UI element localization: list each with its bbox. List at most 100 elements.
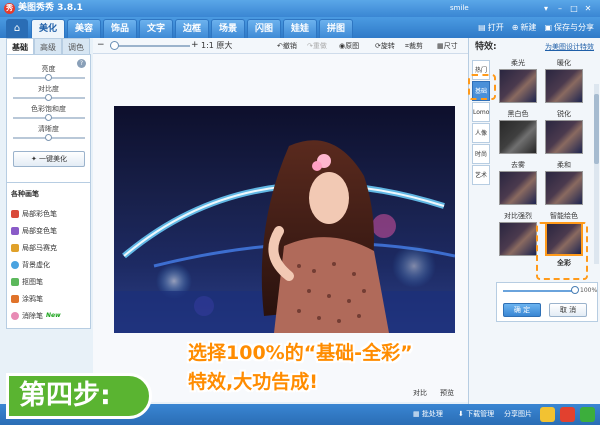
title-bar: 秀 美图秀秀 3.8.1 smile ▾ – □ ✕ — [0, 0, 600, 17]
batch-button[interactable]: ▦ 批处理 — [413, 409, 443, 420]
caption-line-2: 特效,大功告成! — [188, 371, 318, 393]
brush-recolor-pen[interactable]: 局部变色笔 — [11, 225, 57, 236]
open-button[interactable]: ▤ 打开 — [478, 19, 504, 36]
cancel-button[interactable]: 取 消 — [549, 303, 587, 317]
effects-scrollbar[interactable] — [594, 84, 599, 264]
brush-bg-blur[interactable]: 背景虚化 — [11, 259, 50, 270]
mosaic-icon — [11, 243, 19, 252]
star-icon[interactable] — [540, 407, 555, 422]
tab-flash[interactable]: 闪图 — [247, 19, 281, 38]
saturation-knob[interactable] — [45, 114, 52, 121]
effect-dehaze[interactable] — [499, 171, 537, 205]
strength-box: 100% 确 定 取 消 — [496, 282, 598, 322]
brightness-knob[interactable] — [45, 74, 52, 81]
step-badge: 第四步: — [6, 373, 152, 419]
tab-beautify[interactable]: 美化 — [31, 19, 65, 38]
effects-title: 特效: — [475, 42, 497, 52]
highlight-basic-category — [468, 74, 496, 100]
tab-collage[interactable]: 拼图 — [319, 19, 353, 38]
download-icon: ⬇ — [458, 410, 467, 418]
zoom-out-icon[interactable]: − — [97, 40, 105, 51]
original-button[interactable]: ◉原图 — [339, 41, 359, 51]
contrast-knob[interactable] — [45, 94, 52, 101]
photo-canvas[interactable] — [114, 106, 455, 333]
category-portrait[interactable]: 人像 — [472, 123, 490, 143]
weibo-icon[interactable] — [560, 407, 575, 422]
sharpness-label: 清晰度 — [38, 125, 59, 133]
plus-icon[interactable] — [580, 407, 595, 422]
new-button[interactable]: ⊕ 新建 — [512, 19, 537, 36]
strength-slider[interactable] — [503, 290, 575, 292]
blur-icon — [11, 260, 19, 269]
effect-soft-light[interactable] — [499, 69, 537, 103]
effect-bw[interactable] — [499, 120, 537, 154]
sharpness-knob[interactable] — [45, 134, 52, 141]
crop-button[interactable]: ⌗裁剪 — [405, 41, 423, 51]
left-panel: 基础 高级 调色 ? 亮度 对比度 色彩饱和度 清晰度 ✦ 一键美化 各种画笔 — [6, 38, 91, 330]
zoom-in-icon[interactable]: + — [191, 40, 199, 51]
folder-icon: ▤ — [478, 23, 486, 32]
brush-eraser[interactable]: 消除笔 New — [11, 310, 61, 321]
effect-label-bw: 黑白色 — [507, 110, 529, 118]
tab-basic[interactable]: 基础 — [6, 38, 34, 55]
minimize-icon[interactable]: – — [554, 3, 566, 14]
brush-doodle[interactable]: 涂鸦笔 — [11, 293, 43, 304]
maximize-icon[interactable]: □ — [568, 3, 580, 14]
effect-sharpen[interactable] — [545, 120, 583, 154]
strength-knob[interactable] — [571, 286, 579, 294]
app-window: 秀 美图秀秀 3.8.1 smile ▾ – □ ✕ ⌂ 美化 美容 饰品 文字… — [0, 0, 600, 425]
download-button[interactable]: ⬇ 下载管理 — [458, 409, 494, 420]
doodle-icon — [11, 294, 19, 303]
app-logo-icon: 秀 — [4, 3, 15, 14]
share-button[interactable]: 分享图片 — [504, 409, 532, 420]
preview-button[interactable]: 预览 — [440, 389, 454, 398]
ratio-button[interactable]: 1:1 原大 — [201, 41, 232, 51]
tab-frame[interactable]: 边框 — [175, 19, 209, 38]
design-effect-link[interactable]: 为美图设计特效 — [545, 43, 594, 52]
effect-soft[interactable] — [545, 171, 583, 205]
tab-tone[interactable]: 调色 — [62, 38, 90, 55]
brightness-label: 亮度 — [41, 65, 56, 73]
zoom-knob[interactable] — [110, 41, 119, 50]
size-button[interactable]: ▦尺寸 — [437, 41, 458, 51]
tab-beauty[interactable]: 美容 — [67, 19, 101, 38]
onekey-beautify-button[interactable]: ✦ 一键美化 — [13, 151, 85, 167]
left-tabs: 基础 高级 调色 — [6, 38, 91, 55]
brush-mosaic[interactable]: 局部马赛克 — [11, 242, 57, 253]
rotate-button[interactable]: ⟳旋转 — [375, 41, 395, 51]
recolor-brush-icon — [11, 226, 19, 235]
zoom-slider[interactable] — [110, 45, 190, 47]
eraser-icon — [11, 311, 19, 320]
category-fashion[interactable]: 时尚 — [472, 144, 490, 164]
undo-button[interactable]: ↶撤销 — [277, 41, 297, 51]
effect-high-contrast[interactable] — [499, 222, 537, 256]
tab-doll[interactable]: 娃娃 — [283, 19, 317, 38]
brush-box: 各种画笔 局部彩色笔 局部变色笔 局部马赛克 背景虚化 抠图笔 涂鸦笔 消除笔 … — [6, 182, 91, 329]
canvas-toolbar: − + 1:1 原大 ↶撤销 ↷重做 ◉原图 ⟳旋转 ⌗裁剪 ▦尺寸 — [93, 38, 468, 54]
effect-warm[interactable] — [545, 69, 583, 103]
tab-text[interactable]: 文字 — [139, 19, 173, 38]
brush-color-pen[interactable]: 局部彩色笔 — [11, 208, 57, 219]
redo-button[interactable]: ↷重做 — [307, 41, 327, 51]
confirm-button[interactable]: 确 定 — [503, 303, 541, 317]
cutout-icon — [11, 277, 19, 286]
tab-advanced[interactable]: 高级 — [34, 38, 62, 55]
plus-circle-icon: ⊕ — [511, 23, 519, 32]
batch-icon: ▦ — [413, 410, 422, 418]
color-brush-icon — [11, 209, 19, 218]
size-icon: ▦ — [437, 42, 444, 50]
effect-label-soft: 柔和 — [557, 161, 571, 169]
user-name[interactable]: smile — [450, 3, 469, 14]
save-share-button[interactable]: ▣ 保存与分享 — [544, 19, 594, 36]
close-icon[interactable]: ✕ — [582, 3, 594, 14]
category-lomo[interactable]: Lomo — [472, 102, 490, 122]
skin-icon[interactable]: ▾ — [540, 3, 552, 14]
scroll-thumb[interactable] — [594, 94, 599, 164]
tab-scene[interactable]: 场景 — [211, 19, 245, 38]
category-art[interactable]: 艺术 — [472, 165, 490, 185]
compare-button[interactable]: 对比 — [413, 389, 427, 398]
tab-accessories[interactable]: 饰品 — [103, 19, 137, 38]
brush-cutout[interactable]: 抠图笔 — [11, 276, 43, 287]
effect-label-sharpen: 锐化 — [557, 110, 571, 118]
home-icon[interactable]: ⌂ — [6, 19, 28, 38]
